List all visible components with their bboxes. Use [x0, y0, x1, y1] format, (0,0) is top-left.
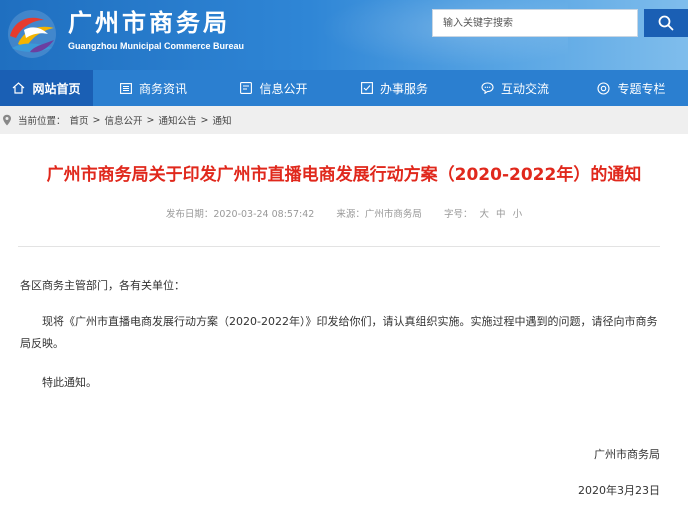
- font-size-medium-button[interactable]: 中: [496, 209, 506, 220]
- nav-item-label: 网站首页: [32, 81, 81, 96]
- site-subtitle: Guangzhou Municipal Commerce Bureau: [68, 41, 245, 51]
- search-icon: [658, 15, 674, 31]
- nav-item-label: 专题专栏: [617, 81, 666, 96]
- newspaper-icon: [120, 82, 132, 94]
- nav-item-info-disclosure[interactable]: 信息公开: [214, 70, 334, 106]
- search-button[interactable]: [644, 9, 688, 37]
- article-signature: 广州市商务局: [594, 448, 660, 461]
- search-input[interactable]: [432, 9, 638, 37]
- breadcrumb-separator: >: [200, 114, 209, 126]
- source: 广州市商务局: [364, 209, 422, 220]
- breadcrumb-link-home[interactable]: 首页: [70, 113, 89, 127]
- breadcrumb-prefix: 当前位置：: [18, 116, 66, 127]
- nav-item-label: 商务资讯: [138, 81, 187, 96]
- home-icon: [13, 82, 25, 94]
- font-size-small-button[interactable]: 小: [513, 209, 523, 220]
- divider: [18, 246, 660, 247]
- site-title: 广州市商务局: [68, 9, 230, 37]
- gear-icon: [597, 81, 611, 95]
- document-icon: [240, 82, 253, 94]
- nav-item-label: 信息公开: [259, 81, 308, 96]
- publish-date-label: 发布日期：: [165, 209, 214, 220]
- publish-date: 2020-03-24 08:57:42: [213, 209, 315, 220]
- main-nav: 网站首页 商务资讯 信息公开 办事服务 互动交流 专题专栏: [0, 70, 688, 106]
- breadcrumb-link-info-disclosure[interactable]: 信息公开: [105, 113, 143, 127]
- breadcrumb-link-notice[interactable]: 通知: [212, 113, 231, 127]
- nav-item-news[interactable]: 商务资讯: [93, 70, 214, 106]
- breadcrumb-link-notices[interactable]: 通知公告: [158, 113, 196, 127]
- guangzhou-logo-icon[interactable]: [4, 8, 60, 60]
- article-body-paragraph: 现将《广州市直播电商发展行动方案（2020-2022年）》印发给你们，请认真组织…: [20, 315, 658, 350]
- article-meta: 发布日期：2020-03-24 08:57:42 来源：广州市商务局 字号： 大…: [0, 206, 688, 220]
- site-header: 广州市商务局 Guangzhou Municipal Commerce Bure…: [0, 0, 688, 70]
- nav-item-label: 互动交流: [500, 81, 549, 96]
- chat-bubble-icon: [481, 82, 494, 94]
- article-closing: 特此通知。: [42, 376, 97, 389]
- article-date: 2020年3月23日: [578, 484, 660, 497]
- article-title: 广州市商务局关于印发广州市直播电商发展行动方案（2020-2022年）的通知: [46, 165, 642, 185]
- nav-item-label: 办事服务: [379, 81, 428, 96]
- source-label: 来源：: [336, 209, 365, 220]
- nav-item-special-topics[interactable]: 专题专栏: [575, 70, 688, 106]
- location-pin-icon: [3, 114, 11, 126]
- breadcrumb-separator: >: [146, 114, 155, 126]
- article-salutation: 各区商务主管部门，各有关单位：: [20, 279, 185, 292]
- font-size-label: 字号：: [443, 209, 473, 220]
- checklist-icon: [361, 82, 373, 94]
- font-size-large-button[interactable]: 大: [480, 209, 490, 220]
- nav-item-home[interactable]: 网站首页: [0, 70, 93, 106]
- breadcrumb: 当前位置： 首页 > 信息公开 > 通知公告 > 通知: [0, 106, 688, 134]
- nav-item-interaction[interactable]: 互动交流: [455, 70, 575, 106]
- nav-item-services[interactable]: 办事服务: [334, 70, 455, 106]
- breadcrumb-separator: >: [92, 114, 101, 126]
